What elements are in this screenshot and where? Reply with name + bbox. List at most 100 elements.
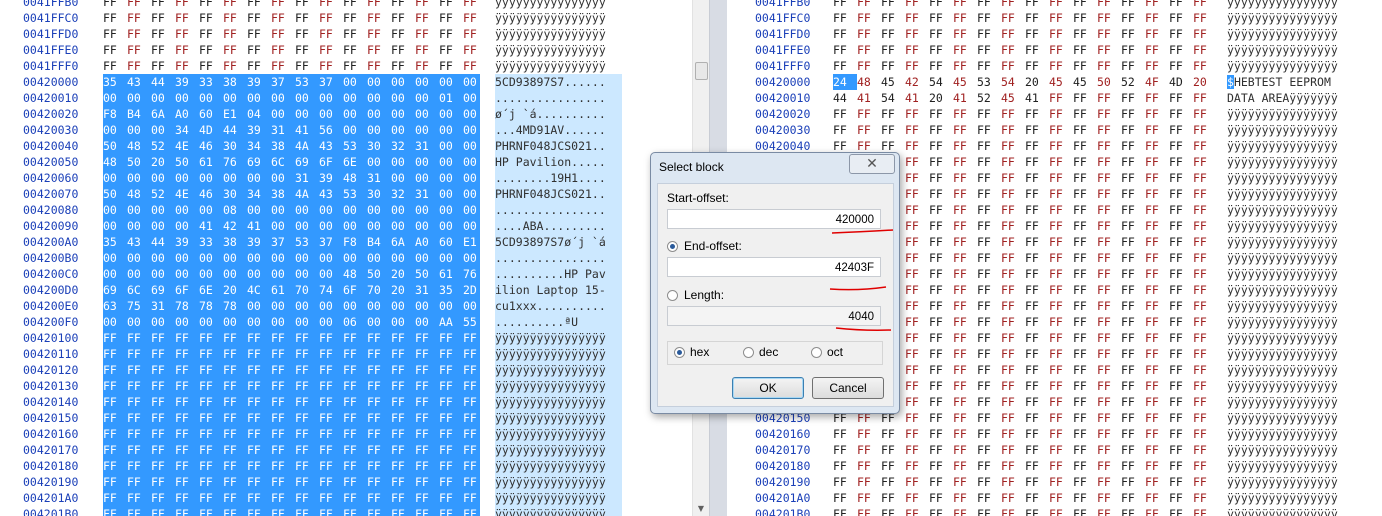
- hex-byte[interactable]: FF: [247, 394, 271, 410]
- hex-byte[interactable]: FF: [1121, 298, 1145, 314]
- hex-byte[interactable]: FF: [391, 362, 415, 378]
- hex-byte[interactable]: FF: [1073, 426, 1097, 442]
- hex-byte[interactable]: FF: [391, 394, 415, 410]
- hex-byte[interactable]: FF: [881, 122, 905, 138]
- hex-byte[interactable]: FF: [1097, 474, 1121, 490]
- ascii-text[interactable]: ÿÿÿÿÿÿÿÿÿÿÿÿÿÿÿÿ: [495, 362, 622, 378]
- ascii-text[interactable]: ÿÿÿÿÿÿÿÿÿÿÿÿÿÿÿÿ: [1227, 474, 1377, 490]
- ascii-text[interactable]: ÿÿÿÿÿÿÿÿÿÿÿÿÿÿÿÿ: [1227, 506, 1377, 516]
- hex-bytes[interactable]: 35 43 44 39 33 38 39 37 53 37 F8 B4 6A A0 60 E1: [103, 234, 480, 250]
- hex-byte[interactable]: 00: [415, 298, 439, 314]
- hex-byte[interactable]: FF: [1025, 266, 1049, 282]
- hex-byte[interactable]: FF: [319, 10, 343, 26]
- hex-byte[interactable]: FF: [1121, 90, 1145, 106]
- hex-byte[interactable]: 4A: [295, 138, 319, 154]
- hex-byte[interactable]: FF: [295, 58, 319, 74]
- hex-byte[interactable]: 00: [199, 202, 223, 218]
- hex-byte[interactable]: FF: [929, 442, 953, 458]
- ascii-text[interactable]: ÿÿÿÿÿÿÿÿÿÿÿÿÿÿÿÿ: [495, 0, 622, 10]
- hex-byte[interactable]: 70: [367, 282, 391, 298]
- scroll-down-arrow-icon[interactable]: ▼: [693, 502, 709, 516]
- hex-byte[interactable]: 00: [319, 298, 343, 314]
- close-icon[interactable]: ✕: [849, 154, 895, 174]
- hex-byte[interactable]: FF: [103, 10, 127, 26]
- hex-byte[interactable]: 24: [833, 74, 857, 90]
- hex-byte[interactable]: FF: [1049, 42, 1073, 58]
- hex-byte[interactable]: FF: [1049, 426, 1073, 442]
- hex-byte[interactable]: FF: [833, 10, 857, 26]
- hex-byte[interactable]: FF: [1097, 506, 1121, 516]
- hex-byte[interactable]: FF: [1025, 410, 1049, 426]
- hex-byte[interactable]: 00: [295, 106, 319, 122]
- hex-bytes[interactable]: 00 00 00 00 00 00 00 00 31 39 48 31 00 00 00 00: [103, 170, 480, 186]
- hex-byte[interactable]: 4A: [295, 186, 319, 202]
- hex-byte[interactable]: 6F: [343, 282, 367, 298]
- hex-byte[interactable]: FF: [1097, 298, 1121, 314]
- hex-byte[interactable]: FF: [223, 474, 247, 490]
- hex-byte[interactable]: FF: [463, 394, 487, 410]
- hex-byte[interactable]: FF: [1145, 378, 1169, 394]
- hex-byte[interactable]: 20: [1193, 74, 1217, 90]
- hex-byte[interactable]: 30: [223, 138, 247, 154]
- ascii-text[interactable]: ÿÿÿÿÿÿÿÿÿÿÿÿÿÿÿÿ: [1227, 394, 1377, 410]
- hex-byte[interactable]: 00: [151, 314, 175, 330]
- hex-byte[interactable]: FF: [1001, 42, 1025, 58]
- hex-byte[interactable]: 00: [463, 218, 487, 234]
- hex-byte[interactable]: 30: [367, 186, 391, 202]
- hex-byte[interactable]: FF: [929, 378, 953, 394]
- hex-byte[interactable]: F8: [103, 106, 127, 122]
- hex-byte[interactable]: FF: [905, 426, 929, 442]
- hex-byte[interactable]: FF: [463, 426, 487, 442]
- hex-byte[interactable]: 78: [199, 298, 223, 314]
- hex-bytes[interactable]: FFFFFFFFFFFFFFFFFFFFFFFFFFFFFFFF: [833, 0, 1215, 10]
- hex-byte[interactable]: FF: [1097, 282, 1121, 298]
- hex-byte[interactable]: FF: [463, 362, 487, 378]
- hex-byte[interactable]: 31: [295, 170, 319, 186]
- hex-byte[interactable]: FF: [199, 42, 223, 58]
- hex-byte[interactable]: 33: [199, 234, 223, 250]
- length-radio[interactable]: [667, 290, 678, 301]
- hex-byte[interactable]: 55: [463, 314, 487, 330]
- hex-byte[interactable]: FF: [929, 458, 953, 474]
- hex-byte[interactable]: FF: [953, 234, 977, 250]
- hex-byte[interactable]: FF: [1193, 58, 1217, 74]
- hex-byte[interactable]: FF: [367, 0, 391, 10]
- hex-byte[interactable]: FF: [1049, 26, 1073, 42]
- hex-byte[interactable]: FF: [1193, 378, 1217, 394]
- ascii-text[interactable]: ÿÿÿÿÿÿÿÿÿÿÿÿÿÿÿÿ: [1227, 202, 1377, 218]
- ascii-text[interactable]: ÿÿÿÿÿÿÿÿÿÿÿÿÿÿÿÿ: [1227, 442, 1377, 458]
- hex-byte[interactable]: 00: [367, 106, 391, 122]
- hex-byte[interactable]: 00: [175, 90, 199, 106]
- hex-byte[interactable]: 00: [367, 90, 391, 106]
- hex-byte[interactable]: FF: [905, 346, 929, 362]
- hex-byte[interactable]: FF: [151, 330, 175, 346]
- hex-bytes[interactable]: 00 00 00 00 00 08 00 00 00 00 00 00 00 00 00 00: [103, 202, 480, 218]
- hex-byte[interactable]: FF: [1121, 0, 1145, 10]
- hex-byte[interactable]: FF: [1073, 362, 1097, 378]
- hex-byte[interactable]: FF: [247, 346, 271, 362]
- hex-byte[interactable]: FF: [905, 26, 929, 42]
- hex-bytes[interactable]: 00 00 00 00 41 42 41 00 00 00 00 00 00 00 00 00: [103, 218, 480, 234]
- hex-byte[interactable]: 00: [175, 266, 199, 282]
- hex-byte[interactable]: FF: [1193, 410, 1217, 426]
- hex-byte[interactable]: FF: [319, 506, 343, 516]
- hex-byte[interactable]: FF: [1169, 442, 1193, 458]
- ascii-text[interactable]: ÿÿÿÿÿÿÿÿÿÿÿÿÿÿÿÿ: [1227, 458, 1377, 474]
- hex-byte[interactable]: 39: [319, 170, 343, 186]
- hex-byte[interactable]: FF: [1073, 170, 1097, 186]
- hex-byte[interactable]: 31: [271, 122, 295, 138]
- hex-byte[interactable]: FF: [439, 378, 463, 394]
- hex-byte[interactable]: 6E: [343, 154, 367, 170]
- ascii-text[interactable]: ÿÿÿÿÿÿÿÿÿÿÿÿÿÿÿÿ: [495, 378, 622, 394]
- hex-byte[interactable]: FF: [319, 378, 343, 394]
- hex-byte[interactable]: FF: [857, 506, 881, 516]
- hex-byte[interactable]: FF: [1145, 90, 1169, 106]
- hex-byte[interactable]: 6F: [319, 154, 343, 170]
- hex-byte[interactable]: 38: [223, 74, 247, 90]
- hex-byte[interactable]: FF: [199, 410, 223, 426]
- hex-byte[interactable]: 00: [463, 122, 487, 138]
- hex-byte[interactable]: FF: [1169, 42, 1193, 58]
- hex-byte[interactable]: FF: [1073, 458, 1097, 474]
- hex-byte[interactable]: FF: [151, 362, 175, 378]
- hex-byte[interactable]: FF: [175, 346, 199, 362]
